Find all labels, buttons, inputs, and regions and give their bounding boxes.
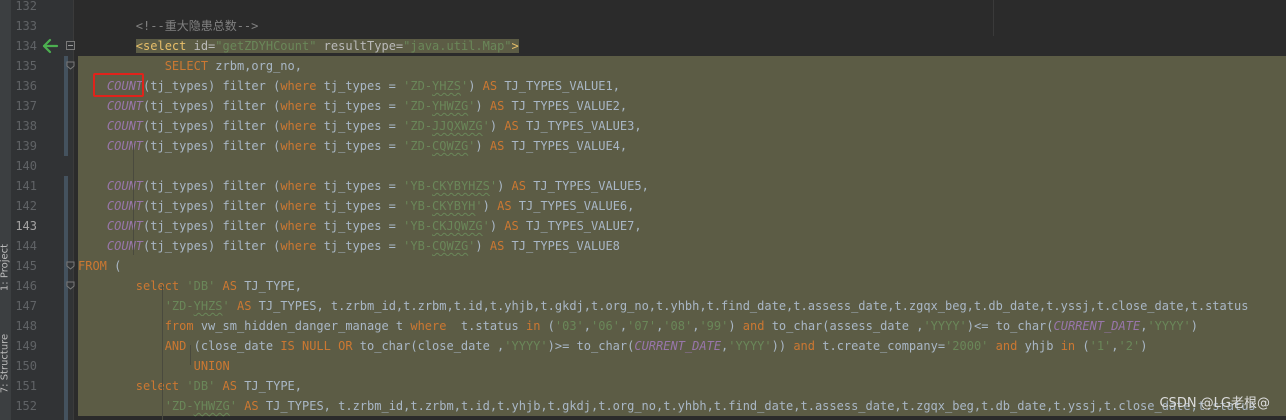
code-line-151[interactable]: select 'DB' AS TJ_TYPE, — [78, 376, 1286, 396]
line-number[interactable]: 148 — [11, 316, 37, 336]
vcs-change-marker[interactable] — [64, 176, 68, 420]
code-line-140[interactable] — [78, 156, 1286, 176]
line-number[interactable]: 151 — [11, 376, 37, 396]
code-line-143[interactable]: COUNT(tj_types) filter (where tj_types =… — [78, 216, 1286, 236]
indent-guide — [162, 285, 163, 420]
indent-guide — [133, 145, 134, 255]
code-line-144[interactable]: COUNT(tj_types) filter (where tj_types =… — [78, 236, 1286, 256]
line-number[interactable]: 142 — [11, 196, 37, 216]
watermark: CSDN @LG老根@ — [1159, 396, 1270, 411]
line-number[interactable]: 137 — [11, 96, 37, 116]
code-line-147[interactable]: 'ZD-YHZS' AS TJ_TYPES, t.zrbm_id,t.zrbm,… — [78, 296, 1286, 316]
line-number[interactable]: 149 — [11, 336, 37, 356]
highlight-annotation-box — [93, 73, 144, 97]
line-number[interactable]: 132 — [11, 0, 37, 16]
structure-tool-tab[interactable]: 7: Structure — [0, 332, 11, 396]
line-number[interactable]: 135 — [11, 56, 37, 76]
code-line-148[interactable]: from vw_sm_hidden_danger_manage t where … — [78, 316, 1286, 336]
code-line-149[interactable]: AND (close_date IS NULL OR to_char(close… — [78, 336, 1286, 356]
code-line-134[interactable]: <select id="getZDYHCount" resultType="ja… — [78, 36, 519, 56]
line-number[interactable]: 145 — [11, 256, 37, 276]
code-line-141[interactable]: COUNT(tj_types) filter (where tj_types =… — [78, 176, 1286, 196]
code-editor[interactable]: <!--重大隐患总数--> <select id="getZDYHCount" … — [74, 0, 1286, 420]
line-number[interactable]: 139 — [11, 136, 37, 156]
line-number[interactable]: 141 — [11, 176, 37, 196]
line-number[interactable]: 144 — [11, 236, 37, 256]
line-number[interactable]: 146 — [11, 276, 37, 296]
code-line-146[interactable]: select 'DB' AS TJ_TYPE, — [78, 276, 1286, 296]
navigate-back-icon[interactable] — [41, 36, 59, 56]
line-number[interactable]: 143 — [11, 216, 37, 236]
vcs-change-marker[interactable] — [64, 56, 68, 156]
code-line-138[interactable]: COUNT(tj_types) filter (where tj_types =… — [78, 116, 1286, 136]
code-line-136[interactable]: COUNT(tj_types) filter (where tj_types =… — [78, 76, 1286, 96]
line-number[interactable]: 147 — [11, 296, 37, 316]
indent-guide — [190, 345, 191, 365]
code-line-137[interactable]: COUNT(tj_types) filter (where tj_types =… — [78, 96, 1286, 116]
code-line-132[interactable] — [78, 0, 1286, 16]
line-number[interactable]: 138 — [11, 116, 37, 136]
line-number[interactable]: 133 — [11, 16, 37, 36]
code-line-139[interactable]: COUNT(tj_types) filter (where tj_types =… — [78, 136, 1286, 156]
line-number[interactable]: 152 — [11, 396, 37, 416]
line-number[interactable]: 134 — [11, 36, 37, 56]
code-line-135[interactable]: SELECT zrbm,org_no, — [78, 56, 1286, 76]
line-number[interactable]: 150 — [11, 356, 37, 376]
line-number[interactable]: 140 — [11, 156, 37, 176]
code-line-142[interactable]: COUNT(tj_types) filter (where tj_types =… — [78, 196, 1286, 216]
code-line-133[interactable]: <!--重大隐患总数--> — [78, 16, 1286, 36]
line-number[interactable]: 136 — [11, 76, 37, 96]
project-tool-tab[interactable]: 1: Project — [0, 236, 11, 300]
code-line-150[interactable]: UNION — [78, 356, 1286, 376]
code-line-145[interactable]: FROM ( — [78, 256, 1286, 276]
code-line-152[interactable]: 'ZD-YHWZG' AS TJ_TYPES, t.zrbm_id,t.zrbm… — [78, 396, 1286, 416]
